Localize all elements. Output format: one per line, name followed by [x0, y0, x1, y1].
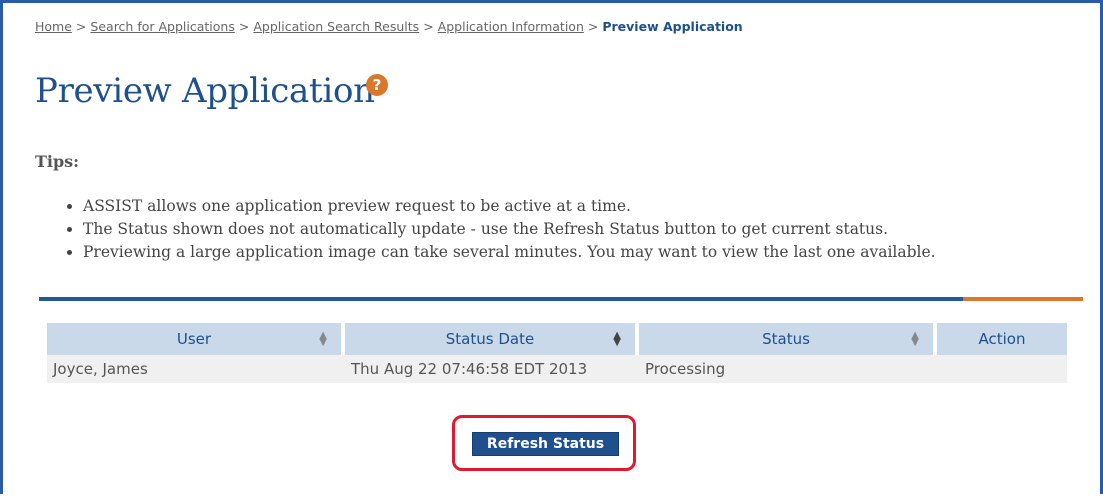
tip-item: Previewing a large application image can…: [83, 241, 936, 264]
cell-status-date: Thu Aug 22 07:46:58 EDT 2013: [345, 355, 639, 385]
column-header-user[interactable]: User ▲ ▼: [47, 323, 345, 355]
highlight-outline: Refresh Status: [452, 415, 636, 471]
cell-action: [937, 355, 1067, 385]
column-header-status-date[interactable]: Status Date ▲ ▼: [345, 323, 639, 355]
table-row: Joyce, James Thu Aug 22 07:46:58 EDT 201…: [47, 355, 1067, 385]
section-divider: [39, 297, 1083, 301]
breadcrumb-search-link[interactable]: Search for Applications: [90, 19, 234, 34]
divider-accent: [963, 297, 1083, 301]
breadcrumb-separator: >: [423, 19, 434, 34]
breadcrumb-results-link[interactable]: Application Search Results: [253, 19, 419, 34]
sort-icon: ▲ ▼: [319, 330, 327, 348]
breadcrumb: Home > Search for Applications > Application…: [35, 19, 743, 34]
cell-status: Processing: [639, 355, 937, 385]
tip-item: The Status shown does not automatically …: [83, 218, 936, 241]
column-header-action: Action: [937, 323, 1067, 355]
tips-heading: Tips:: [35, 152, 80, 171]
sort-ascending-icon: ▲ ▼: [613, 330, 621, 348]
preview-requests-table: User ▲ ▼ Status Date ▲ ▼ Status ▲ ▼ Action …: [47, 323, 1067, 385]
cell-user: Joyce, James: [47, 355, 345, 385]
help-icon[interactable]: ?: [366, 74, 388, 96]
table-header-row: User ▲ ▼ Status Date ▲ ▼ Status ▲ ▼ Action: [47, 323, 1067, 355]
breadcrumb-separator: >: [75, 19, 87, 34]
breadcrumb-info-link[interactable]: Application Information: [438, 19, 584, 34]
breadcrumb-separator: >: [587, 19, 599, 34]
page-frame: Home > Search for Applications > Application…: [0, 0, 1103, 494]
breadcrumb-separator: >: [238, 19, 250, 34]
breadcrumb-current: Preview Application: [602, 19, 743, 34]
tip-item: ASSIST allows one application preview re…: [83, 195, 936, 218]
breadcrumb-home-link[interactable]: Home: [35, 19, 72, 34]
refresh-status-button[interactable]: Refresh Status: [472, 432, 619, 456]
page-title: Preview Application: [35, 71, 375, 111]
tips-list: ASSIST allows one application preview re…: [61, 195, 936, 264]
sort-icon: ▲ ▼: [911, 330, 919, 348]
column-header-status[interactable]: Status ▲ ▼: [639, 323, 937, 355]
